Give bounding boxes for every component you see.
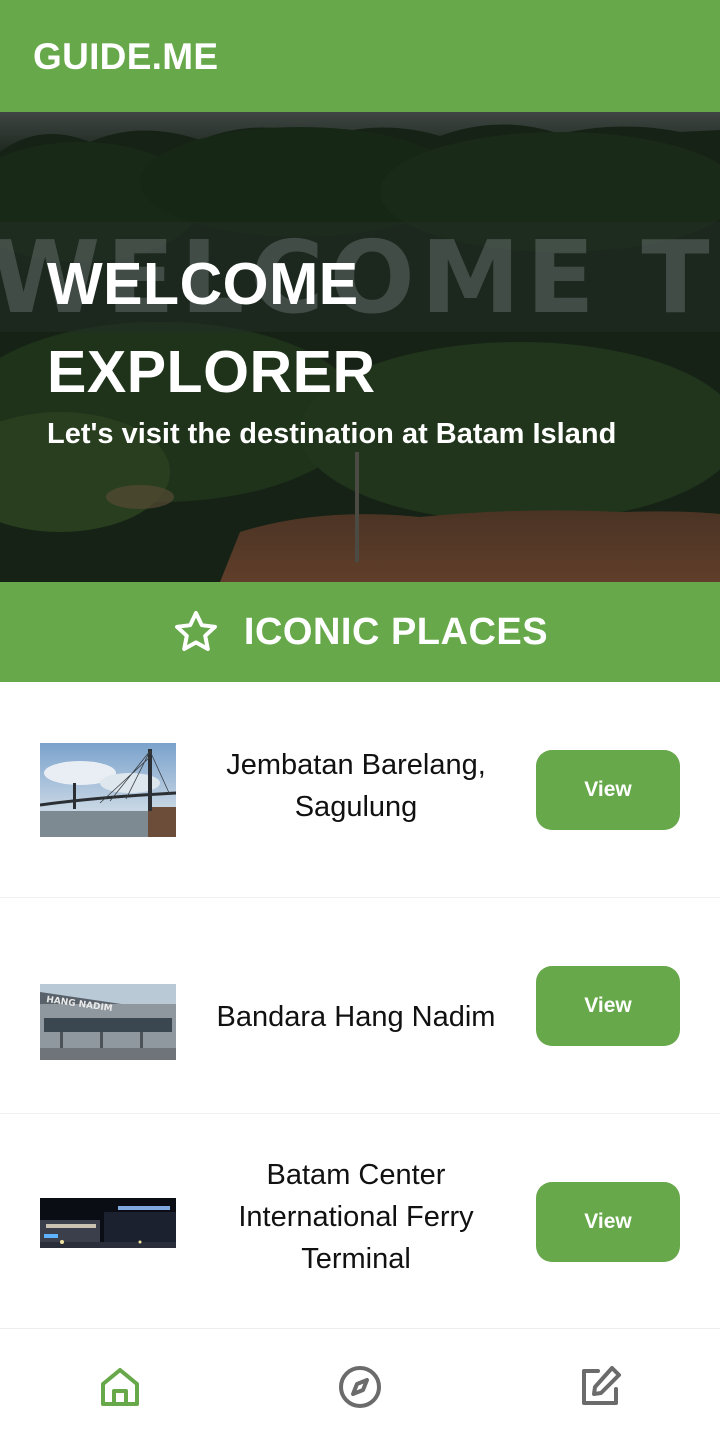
nav-home[interactable] bbox=[88, 1355, 152, 1419]
places-list: Jembatan Barelang, Sagulung View HANG NA… bbox=[0, 682, 720, 1330]
place-thumbnail-ferry-terminal bbox=[40, 1198, 176, 1248]
view-button-batam-center-ferry-terminal[interactable]: View bbox=[536, 1182, 680, 1262]
view-button-bandara-hang-nadim[interactable]: View bbox=[536, 966, 680, 1046]
section-title: ICONIC PLACES bbox=[243, 610, 549, 653]
hero-title: WELCOME EXPLORER bbox=[47, 240, 376, 416]
place-thumbnail-airport: HANG NADIM bbox=[40, 984, 176, 1060]
place-thumbnail-bridge bbox=[40, 743, 176, 837]
iconic-places-header: ICONIC PLACES bbox=[0, 582, 720, 682]
app-screen: GUIDE.ME WELCOME T WELCOME EXPLORER Let'… bbox=[0, 0, 720, 1446]
view-button-jembatan-barelang[interactable]: View bbox=[536, 750, 680, 830]
hero-title-line-1: WELCOME bbox=[47, 251, 359, 317]
list-item: Batam Center International Ferry Termina… bbox=[0, 1114, 720, 1330]
top-app-bar: GUIDE.ME bbox=[0, 0, 720, 112]
app-title: GUIDE.ME bbox=[33, 36, 219, 77]
place-name: Batam Center International Ferry Termina… bbox=[238, 1159, 474, 1275]
nav-explore[interactable] bbox=[328, 1355, 392, 1419]
place-name: Bandara Hang Nadim bbox=[216, 1001, 496, 1033]
list-item: HANG NADIM Bandara Hang Nadim View bbox=[0, 898, 720, 1114]
compass-icon bbox=[339, 1366, 381, 1408]
place-name: Jembatan Barelang, Sagulung bbox=[226, 749, 486, 823]
hero-title-line-2: EXPLORER bbox=[47, 339, 376, 405]
list-item: Jembatan Barelang, Sagulung View bbox=[0, 682, 720, 898]
edit-icon bbox=[582, 1366, 621, 1405]
bottom-navigation bbox=[0, 1328, 720, 1446]
star-outline-icon bbox=[174, 611, 217, 651]
hero-banner: WELCOME TO BATAM WELCOME EXPLORER Let's … bbox=[0, 112, 720, 582]
nav-edit[interactable] bbox=[568, 1355, 632, 1419]
home-icon bbox=[101, 1368, 139, 1406]
hero-subtitle: Let's visit the destination at Batam Isl… bbox=[47, 418, 617, 450]
